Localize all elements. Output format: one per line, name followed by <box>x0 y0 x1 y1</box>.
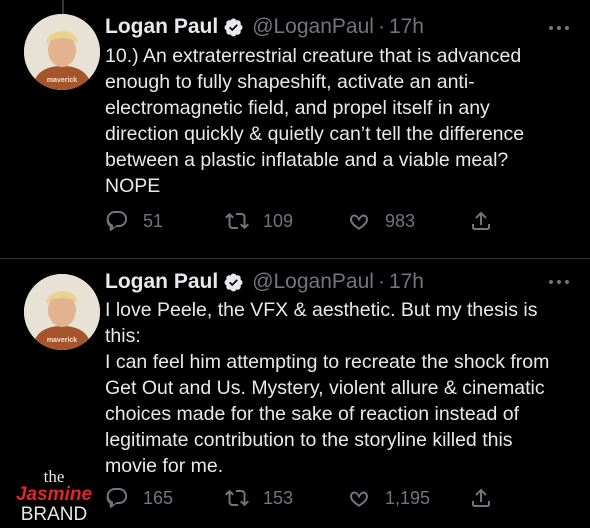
like-icon <box>347 486 371 510</box>
tweet-text-line: choices made for the sake of reaction in… <box>105 403 520 425</box>
share-button[interactable] <box>469 206 493 236</box>
tweet-text-line: enough to fully shapeshift, activate an … <box>105 71 475 93</box>
timestamp[interactable]: 17h <box>389 15 424 39</box>
tweet-actions: 165 153 1,195 <box>105 483 505 513</box>
tweet-text-line: movie for me. <box>105 455 224 477</box>
tweet-text-line: I can feel him attempting to recreate th… <box>105 351 550 373</box>
tweet-text-line: legitimate contribution to the storyline… <box>105 429 513 451</box>
tweet-text-line: electromagnetic field, and propel itself… <box>105 97 490 119</box>
more-options-icon[interactable] <box>546 272 572 292</box>
tweet-text-line: I love Peele, the VFX & aesthetic. But m… <box>105 299 538 321</box>
timestamp[interactable]: 17h <box>389 270 424 294</box>
avatar[interactable]: maverick <box>24 14 100 90</box>
tweet-header: Logan Paul @LoganPaul · 17h <box>105 15 424 39</box>
reply-icon <box>105 209 129 233</box>
tweet-text-line: between a plastic inflatable and a viabl… <box>105 149 509 171</box>
watermark-bottom: BRAND <box>21 504 88 524</box>
retweet-count: 109 <box>263 210 294 231</box>
avatar[interactable]: maverick <box>24 274 100 350</box>
separator-dot: · <box>377 15 385 38</box>
tweet[interactable]: maverick Logan Paul @LoganPaul · 17h 10.… <box>0 0 590 258</box>
reply-count: 165 <box>143 487 174 508</box>
verified-badge-icon <box>223 272 244 293</box>
watermark-logo: the Jasmine BRAND <box>4 466 104 524</box>
share-button[interactable] <box>469 483 493 513</box>
watermark-middle: Jasmine <box>16 484 92 505</box>
tweet-actions: 51 109 983 <box>105 206 505 236</box>
tweet-header: Logan Paul @LoganPaul · 17h <box>105 270 424 294</box>
like-button[interactable]: 983 <box>347 206 415 236</box>
share-icon <box>469 209 493 233</box>
retweet-button[interactable]: 109 <box>225 206 293 236</box>
share-icon <box>469 486 493 510</box>
avatar-badge-text: maverick <box>47 337 77 344</box>
tweet-text-line: this: <box>105 325 141 347</box>
verified-badge-icon <box>223 17 244 38</box>
retweet-count: 153 <box>263 487 294 508</box>
author-name[interactable]: Logan Paul <box>105 15 218 39</box>
like-icon <box>347 209 371 233</box>
like-button[interactable]: 1,195 <box>347 483 430 513</box>
more-options-icon[interactable] <box>546 18 572 38</box>
separator-dot: · <box>377 270 385 293</box>
retweet-icon <box>225 486 249 510</box>
tweet-text: I love Peele, the VFX & aesthetic. But m… <box>105 297 575 479</box>
author-handle[interactable]: @LoganPaul <box>252 270 374 294</box>
like-count: 983 <box>385 210 416 231</box>
reply-button[interactable]: 51 <box>105 206 163 236</box>
reply-icon <box>105 486 129 510</box>
like-count: 1,195 <box>385 487 431 508</box>
reply-button[interactable]: 165 <box>105 483 173 513</box>
tweet-text-line: Get Out and Us. Mystery, violent allure … <box>105 377 545 399</box>
tweet-text-line: direction quickly & quietly can’t tell t… <box>105 123 525 145</box>
retweet-icon <box>225 209 249 233</box>
tweet-text-line: NOPE <box>105 175 161 197</box>
tweet-text-line: 10.) An extraterrestrial creature that i… <box>105 45 522 67</box>
tweet-text: 10.) An extraterrestrial creature that i… <box>105 43 575 199</box>
retweet-button[interactable]: 153 <box>225 483 293 513</box>
reply-count: 51 <box>143 210 164 231</box>
author-name[interactable]: Logan Paul <box>105 270 218 294</box>
avatar-badge-text: maverick <box>47 77 77 84</box>
author-handle[interactable]: @LoganPaul <box>252 15 374 39</box>
